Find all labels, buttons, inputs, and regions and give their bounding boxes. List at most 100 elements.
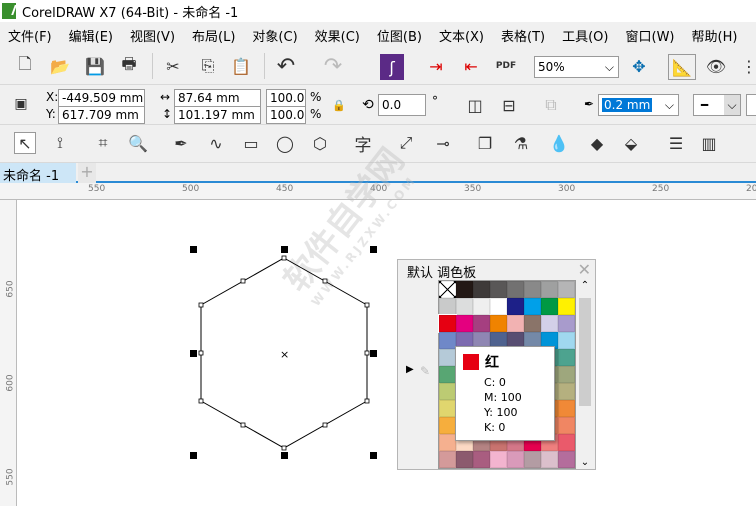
import-icon[interactable]: ⇥ xyxy=(425,55,447,77)
color-styles-tool-icon[interactable]: ☰ xyxy=(665,132,687,154)
menu-item[interactable]: 文件(F) xyxy=(0,26,61,45)
rotation-input[interactable]: 0.0 xyxy=(378,94,426,116)
color-swatch[interactable] xyxy=(558,383,575,400)
menu-item[interactable]: 帮助(H) xyxy=(684,26,747,45)
rulers-icon[interactable]: 📐 xyxy=(668,54,696,80)
color-swatch[interactable] xyxy=(558,400,575,417)
rectangle-tool-icon[interactable]: ▭ xyxy=(240,132,262,154)
palette-scrollbar[interactable]: ⌃ ⌄ xyxy=(578,280,592,468)
eyedropper-icon[interactable]: ✎ xyxy=(420,364,430,378)
color-swatch[interactable] xyxy=(524,298,541,315)
drawing-canvas[interactable] xyxy=(18,201,756,506)
reference-point-icon[interactable]: ▣ xyxy=(10,93,32,115)
color-swatch[interactable] xyxy=(507,315,524,332)
menu-item[interactable]: 视图(V) xyxy=(122,26,184,45)
color-swatch[interactable] xyxy=(439,349,456,366)
menu-item[interactable]: 效果(C) xyxy=(307,26,369,45)
color-swatch[interactable] xyxy=(456,315,473,332)
play-arrow-icon[interactable]: ▶ xyxy=(406,364,414,375)
scroll-up-icon[interactable]: ⌃ xyxy=(578,280,592,291)
color-swatch[interactable] xyxy=(473,451,490,468)
shape-tool-icon[interactable]: ⟟ xyxy=(49,132,71,154)
color-swatch[interactable] xyxy=(490,298,507,315)
print-icon[interactable]: 🖶 xyxy=(118,54,140,77)
x-position-input[interactable]: -449.509 mm xyxy=(58,89,145,107)
color-swatch[interactable] xyxy=(541,315,558,332)
color-swatch[interactable] xyxy=(541,298,558,315)
corel-connect-icon[interactable]: ʃ xyxy=(380,54,404,80)
line-end-select[interactable] xyxy=(746,94,756,116)
pdf-icon[interactable]: PDF xyxy=(495,55,517,77)
full-screen-icon[interactable]: ✥ xyxy=(628,55,650,77)
color-swatch[interactable] xyxy=(456,281,473,298)
open-icon[interactable]: 📂 xyxy=(49,55,71,77)
redo-icon[interactable]: ↷ xyxy=(322,54,344,79)
color-swatch[interactable] xyxy=(473,315,490,332)
line-style-select[interactable]: ━ ⌵ xyxy=(693,94,741,116)
color-swatch[interactable] xyxy=(439,400,456,417)
menu-item[interactable]: 工具(O) xyxy=(554,26,617,45)
menu-item[interactable]: 布局(L) xyxy=(184,26,244,45)
color-swatch[interactable] xyxy=(558,349,575,366)
lock-ratio-icon[interactable]: 🔒 xyxy=(328,94,350,116)
ellipse-tool-icon[interactable]: ◯ xyxy=(274,132,296,154)
scroll-thumb[interactable] xyxy=(579,298,591,406)
drop-shadow-tool-icon[interactable]: ❐ xyxy=(474,132,496,154)
color-swatch[interactable] xyxy=(439,383,456,400)
pick-tool-icon[interactable]: ↖ xyxy=(14,132,36,154)
color-swatch[interactable] xyxy=(541,281,558,298)
undo-icon[interactable]: ↶ xyxy=(275,54,297,79)
zoom-level-select[interactable]: 50% ⌵ xyxy=(534,56,619,78)
color-swatch[interactable] xyxy=(558,315,575,332)
menu-item[interactable]: 编辑(E) xyxy=(61,26,122,45)
connector-tool-icon[interactable]: ⊸ xyxy=(432,132,454,154)
color-swatch[interactable] xyxy=(473,281,490,298)
interactive-fill-tool-icon[interactable]: ◆ xyxy=(586,132,608,154)
convert-icon[interactable]: ⧉ xyxy=(540,94,562,116)
color-swatch[interactable] xyxy=(558,417,575,434)
color-swatch[interactable] xyxy=(439,451,456,468)
color-swatch[interactable] xyxy=(558,298,575,315)
color-swatch[interactable] xyxy=(558,332,575,349)
scale-y-input[interactable]: 100.0 xyxy=(266,106,306,124)
cut-icon[interactable]: ✂ xyxy=(162,55,184,77)
tab-document[interactable]: 未命名 -1 xyxy=(0,163,76,184)
menu-item[interactable]: 表格(T) xyxy=(493,26,554,45)
color-swatch[interactable] xyxy=(439,332,456,349)
export-icon[interactable]: ⇤ xyxy=(460,55,482,77)
menu-item[interactable]: 对象(C) xyxy=(244,26,306,45)
color-swatch[interactable] xyxy=(439,434,456,451)
color-swatch[interactable] xyxy=(524,451,541,468)
vertical-ruler[interactable]: 650 600 550 xyxy=(0,200,17,506)
mirror-horizontal-icon[interactable]: ◫ xyxy=(464,94,486,116)
menu-item[interactable]: 文本(X) xyxy=(431,26,493,45)
color-swatch[interactable] xyxy=(558,281,575,298)
color-swatch[interactable] xyxy=(438,314,457,333)
color-swatch[interactable] xyxy=(507,451,524,468)
color-swatch[interactable] xyxy=(490,315,507,332)
color-swatch[interactable] xyxy=(439,366,456,383)
scroll-down-icon[interactable]: ⌄ xyxy=(578,457,592,468)
width-input[interactable]: 87.64 mm xyxy=(174,89,261,107)
freehand-tool-icon[interactable]: ✒ xyxy=(170,132,192,154)
color-swatch[interactable] xyxy=(558,434,575,451)
eyedropper-tool-icon[interactable]: 💧 xyxy=(548,132,570,154)
no-color-swatch[interactable] xyxy=(439,281,456,298)
save-icon[interactable]: 💾 xyxy=(84,55,106,77)
color-swatch[interactable] xyxy=(524,315,541,332)
color-swatch[interactable] xyxy=(558,451,575,468)
color-palette-tool-icon[interactable]: ▥ xyxy=(698,132,720,154)
transparency-tool-icon[interactable]: ⚗ xyxy=(510,132,532,154)
smart-fill-tool-icon[interactable]: ⬙ xyxy=(620,132,642,154)
color-swatch[interactable] xyxy=(490,451,507,468)
color-swatch[interactable] xyxy=(490,281,507,298)
color-swatch[interactable] xyxy=(473,298,490,315)
copy-icon[interactable]: ⎘ xyxy=(197,55,219,77)
close-icon[interactable]: ✕ xyxy=(578,260,591,279)
color-swatch[interactable] xyxy=(439,298,456,315)
new-icon[interactable]: 🗋 xyxy=(14,54,36,77)
guidelines-icon[interactable]: ⋮ xyxy=(738,55,756,77)
mirror-vertical-icon[interactable]: ⊟ xyxy=(498,94,520,116)
scale-x-input[interactable]: 100.0 xyxy=(266,89,306,107)
outline-width-select[interactable]: 0.2 mm ⌵ xyxy=(598,94,679,116)
